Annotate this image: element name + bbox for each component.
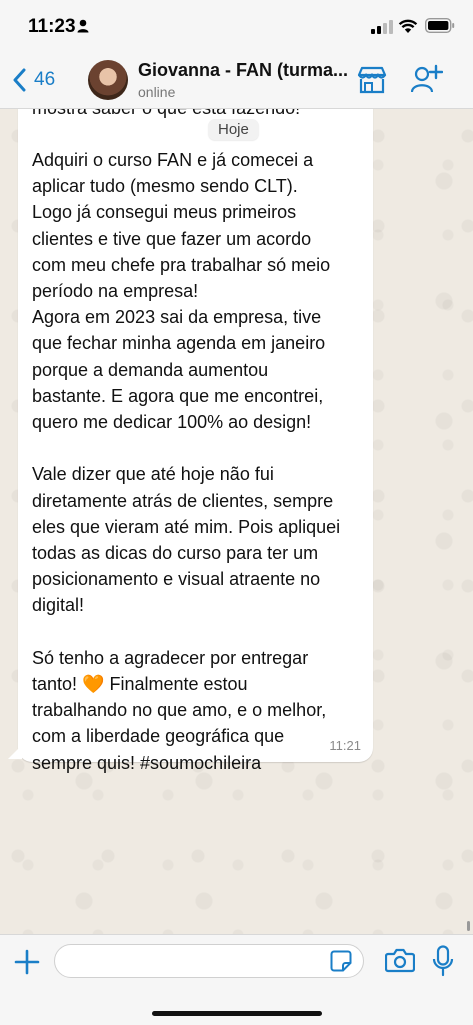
message-input[interactable]	[54, 944, 364, 978]
presence-status: online	[138, 84, 176, 100]
battery-icon	[425, 18, 455, 33]
message-text: Adquiri o curso FAN e já comecei a aplic…	[32, 150, 341, 773]
bubble-tail	[8, 745, 22, 759]
date-separator: Hoje	[208, 119, 259, 140]
avatar[interactable]	[88, 60, 128, 100]
scrollbar[interactable]	[467, 921, 470, 931]
plus-icon[interactable]	[14, 949, 40, 975]
status-bar: 11:23	[0, 0, 473, 52]
chevron-left-icon	[13, 68, 26, 92]
home-indicator	[152, 1011, 322, 1016]
wifi-icon	[398, 19, 418, 33]
person-icon	[77, 19, 89, 33]
add-participant-icon[interactable]	[411, 64, 443, 94]
unread-count: 46	[34, 69, 56, 90]
chat-header: 46 Giovanna - FAN (turma... online	[0, 52, 473, 109]
microphone-icon[interactable]	[432, 945, 454, 977]
cellular-signal-icon	[371, 20, 393, 34]
message-partial-line: mostra saber o que está fazendo!	[32, 109, 362, 121]
store-icon[interactable]	[357, 66, 387, 94]
sticker-icon[interactable]	[330, 950, 352, 972]
message-time: 11:21	[329, 738, 361, 753]
back-button[interactable]: 46	[12, 64, 72, 96]
status-time: 11:23	[28, 16, 76, 37]
chat-area[interactable]: mostra saber o que está fazendo! Adquiri…	[0, 109, 473, 934]
message-bubble[interactable]: mostra saber o que está fazendo! Adquiri…	[18, 109, 373, 773]
chat-title[interactable]: Giovanna - FAN (turma...	[138, 60, 353, 81]
input-bar	[0, 934, 473, 1025]
camera-icon[interactable]	[385, 947, 415, 973]
